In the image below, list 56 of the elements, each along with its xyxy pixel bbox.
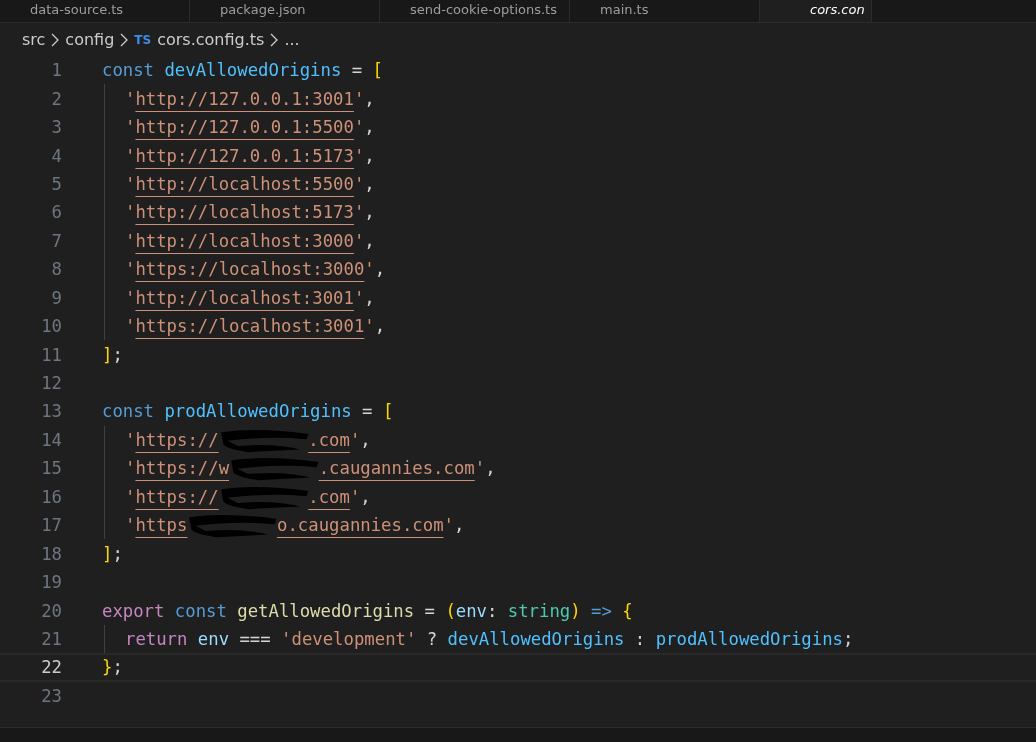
line-number: 16 xyxy=(40,486,62,507)
code-text: const prodAllowedOrigins = [ xyxy=(102,401,394,422)
line-number: 2 xyxy=(50,88,62,109)
chevron-right-icon xyxy=(270,32,279,47)
line-number: 11 xyxy=(40,344,62,365)
code-text: }; xyxy=(102,657,123,678)
code-text: export const getAllowedOrigins = (env: string) => { xyxy=(102,600,633,621)
code-text: 'https:// xyxy=(125,486,219,507)
code-text: 'http://localhost:5500', xyxy=(125,173,375,194)
line-number: 10 xyxy=(40,316,62,337)
line-number: 21 xyxy=(40,628,62,649)
line-number: 3 xyxy=(50,117,62,138)
line-number: 13 xyxy=(40,401,62,422)
breadcrumb-item[interactable]: config xyxy=(65,30,115,49)
editor-tab[interactable]: cors.con xyxy=(760,0,872,22)
line-number: 12 xyxy=(40,373,62,394)
line-number: 18 xyxy=(40,543,62,564)
breadcrumb-item[interactable]: cors.config.ts xyxy=(157,30,265,49)
line-number: 14 xyxy=(40,429,62,450)
code-text: 'https://localhost:3000', xyxy=(125,259,386,280)
line-number: 1 xyxy=(50,60,62,81)
code-text: 'http://localhost:5173', xyxy=(125,202,375,223)
line-number: 15 xyxy=(40,458,62,479)
code-text: 'http://127.0.0.1:5500', xyxy=(125,117,375,138)
breadcrumb-item[interactable]: ... xyxy=(284,30,300,49)
line-number: 19 xyxy=(40,572,62,593)
code-text: 'http://localhost:3001', xyxy=(125,287,375,308)
code-text: .com', xyxy=(308,429,371,450)
typescript-file-icon: TS xyxy=(134,32,152,47)
code-text: 'http://127.0.0.1:5173', xyxy=(125,145,375,166)
code-text: 'https://w xyxy=(125,458,230,479)
code-text: o.caugannies.com', xyxy=(277,515,465,536)
code-text: 'http://localhost:3000', xyxy=(125,230,375,251)
code-text: 'https xyxy=(125,515,188,536)
line-number: 7 xyxy=(50,230,62,251)
code-text: 'http://127.0.0.1:3001', xyxy=(125,88,375,109)
chevron-right-icon xyxy=(120,32,129,47)
code-text: .com', xyxy=(308,486,371,507)
line-number: 23 xyxy=(40,685,62,706)
line-number: 5 xyxy=(50,173,62,194)
chevron-right-icon xyxy=(51,32,60,47)
code-text: 'https://localhost:3001', xyxy=(125,316,386,337)
breadcrumb-item[interactable]: src xyxy=(22,30,46,49)
line-number: 8 xyxy=(50,259,62,280)
line-number: 6 xyxy=(50,202,62,223)
line-number: 4 xyxy=(50,145,62,166)
code-text: const devAllowedOrigins = [ xyxy=(102,60,383,81)
code-text: ]; xyxy=(102,344,123,365)
code-text: return env === 'development' ? devAllowedOrigins : prodAllowedOrigins; xyxy=(125,628,854,649)
line-number: 17 xyxy=(40,515,62,536)
code-text: ]; xyxy=(102,543,123,564)
code-text: .caugannies.com', xyxy=(318,458,496,479)
line-number: 22 xyxy=(40,657,62,678)
line-number: 9 xyxy=(50,287,62,308)
line-number: 20 xyxy=(40,600,62,621)
code-text: 'https:// xyxy=(125,429,219,450)
